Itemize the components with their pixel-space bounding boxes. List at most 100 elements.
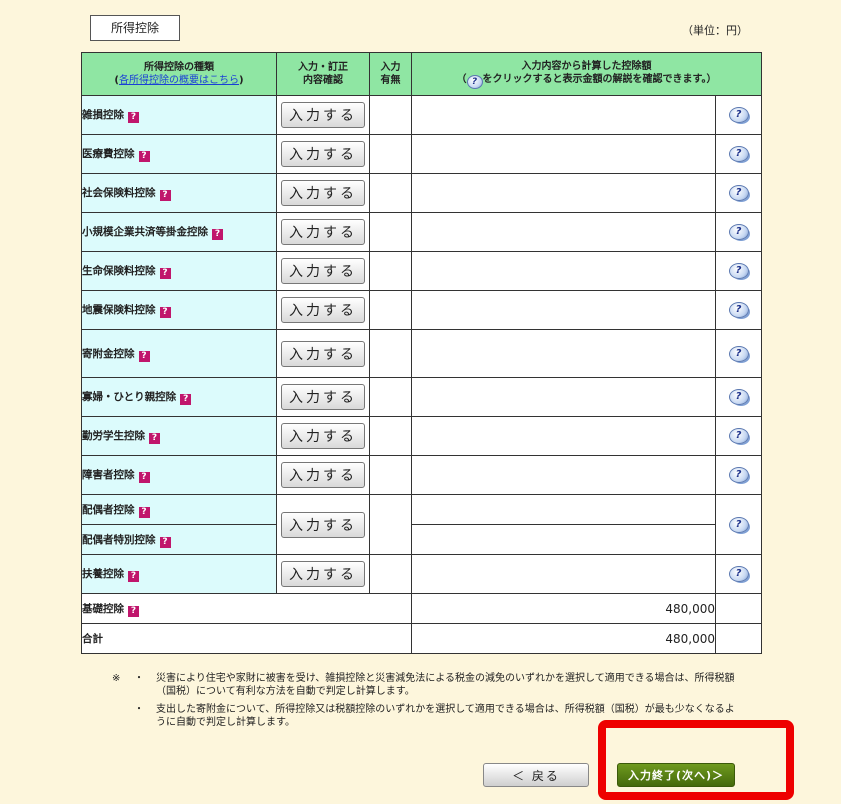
input-button[interactable]: 入力する (281, 511, 365, 538)
question-icon[interactable]: ? (128, 112, 139, 123)
question-icon[interactable]: ? (128, 605, 139, 617)
back-button[interactable]: ＜ 戻る (483, 763, 589, 787)
header-presence-line2: 有無 (380, 75, 401, 86)
input-button[interactable]: 入力する (281, 102, 365, 128)
amount-cell (411, 455, 716, 495)
question-icon[interactable]: ? (128, 571, 139, 582)
help-icon[interactable]: ? (728, 302, 749, 318)
note-text: 支出した寄附金について、所得控除又は税額控除のいずれかを選択して適用できる場合は… (156, 704, 735, 728)
deduction-label: 雑損控除 (82, 109, 124, 121)
header-confirm-line1: 入力・訂正 (298, 62, 348, 73)
help-cell: ? (715, 329, 762, 378)
input-button[interactable]: 入力する (281, 219, 365, 245)
amount-cell (411, 95, 716, 135)
table-row: 障害者控除? 入力する ? (81, 455, 762, 495)
table-row: 寡婦・ひとり親控除? 入力する ? (81, 377, 762, 417)
presence-cell (369, 212, 412, 252)
help-icon[interactable]: ? (728, 389, 749, 405)
header-overview: (各所得控除の概要はこちら) (114, 75, 244, 86)
amount-cell (411, 524, 716, 555)
input-cell: 入力する (276, 416, 370, 456)
question-icon[interactable]: ? (138, 472, 150, 483)
help-icon[interactable]: ? (728, 345, 749, 362)
overview-link[interactable]: 各所得控除の概要はこちら (119, 75, 239, 86)
deduction-name: 配偶者特別控除? (81, 524, 277, 555)
input-cell: 入力する (276, 95, 370, 135)
deduction-name: 扶養控除? (81, 554, 277, 594)
note-item: ・ 支出した寄附金について、所得控除又は税額控除のいずれかを選択して適用できる場… (112, 703, 742, 729)
input-button[interactable]: 入力する (281, 340, 365, 367)
amount-cell (411, 554, 716, 594)
table-row: 地震保険料控除? 入力する ? (81, 290, 762, 330)
help-icon[interactable]: ? (728, 428, 749, 444)
presence-cell (369, 134, 412, 174)
input-button[interactable]: 入力する (281, 141, 365, 167)
table-row-basic: 基礎控除? 480,000 (81, 593, 762, 624)
deduction-label: 生命保険料控除 (82, 265, 156, 277)
table-row-total: 合計 480,000 (81, 623, 762, 654)
input-button[interactable]: 入力する (281, 561, 365, 587)
help-cell: ? (715, 416, 762, 456)
amount-cell (411, 251, 716, 291)
question-icon[interactable]: ? (212, 229, 223, 240)
table-row: 雑損控除? 入力する ? (81, 95, 762, 135)
input-cell: 入力する (276, 554, 370, 594)
total-amount: 480,000 (411, 623, 716, 654)
question-icon[interactable]: ? (138, 151, 150, 162)
deduction-name: 寄附金控除? (81, 329, 277, 378)
header-note-text: をクリックすると表示金額の解説を確認できます。） (482, 73, 717, 85)
question-icon[interactable]: ? (159, 190, 171, 201)
header-type-label: 所得控除の種類 (144, 62, 214, 73)
deduction-label: 社会保険料控除 (82, 187, 156, 199)
help-icon[interactable]: ? (728, 107, 749, 123)
table-row: 生命保険料控除? 入力する ? (81, 251, 762, 291)
help-cell (715, 593, 762, 624)
input-button[interactable]: 入力する (281, 423, 365, 449)
basic-deduction-amount: 480,000 (411, 593, 716, 624)
input-cell: 入力する (276, 494, 370, 555)
question-icon[interactable]: ? (159, 268, 171, 279)
deduction-label: 配偶者控除 (82, 503, 135, 516)
table-row: 小規模企業共済等掛金控除? 入力する ? (81, 212, 762, 252)
input-button[interactable]: 入力する (281, 297, 365, 323)
help-icon[interactable]: ? (728, 185, 749, 201)
input-cell: 入力する (276, 329, 370, 378)
question-icon[interactable]: ? (149, 433, 160, 444)
deduction-name: 小規模企業共済等掛金控除? (81, 212, 277, 252)
input-button[interactable]: 入力する (281, 384, 365, 410)
deduction-name: 寡婦・ひとり親控除? (81, 377, 277, 417)
deduction-name: 生命保険料控除? (81, 251, 277, 291)
next-button[interactable]: 入力終了(次へ)＞ (617, 763, 735, 787)
input-button[interactable]: 入力する (281, 462, 365, 488)
header-confirm: 入力・訂正 内容確認 (276, 52, 370, 96)
note-bullet: ・ (134, 704, 144, 715)
help-cell: ? (715, 455, 762, 495)
question-icon[interactable]: ? (138, 350, 150, 362)
help-icon[interactable]: ? (728, 467, 749, 483)
deduction-name: 医療費控除? (81, 134, 277, 174)
question-icon[interactable]: ? (159, 536, 171, 548)
help-icon[interactable]: ? (728, 263, 749, 279)
help-icon[interactable]: ? (728, 146, 749, 162)
deduction-name: 社会保険料控除? (81, 173, 277, 213)
help-icon[interactable]: ? (728, 566, 749, 582)
table-row: 医療費控除? 入力する ? (81, 134, 762, 174)
input-button[interactable]: 入力する (281, 180, 365, 206)
table-row-spouse: 配偶者控除? 入力する ? (81, 494, 762, 555)
total-label: 合計 (81, 623, 412, 654)
amount-cell (411, 494, 716, 525)
help-icon[interactable]: ? (728, 516, 749, 533)
table-row: 勤労学生控除? 入力する ? (81, 416, 762, 456)
question-icon[interactable]: ? (138, 506, 150, 518)
header-amount-note: （? をクリックすると表示金額の解説を確認できます。） (412, 73, 761, 89)
question-icon[interactable]: ? (159, 307, 171, 318)
help-cell: ? (715, 212, 762, 252)
basic-deduction-label: 基礎控除 (82, 602, 124, 615)
help-cell: ? (715, 377, 762, 417)
question-icon[interactable]: ? (180, 394, 192, 405)
input-button[interactable]: 入力する (281, 258, 365, 284)
note-text: 災害により住宅や家財に被害を受け、雑損控除と災害減免法による税金の減免のいずれか… (156, 673, 735, 697)
input-cell: 入力する (276, 173, 370, 213)
presence-cell (369, 251, 412, 291)
help-icon[interactable]: ? (728, 224, 749, 240)
